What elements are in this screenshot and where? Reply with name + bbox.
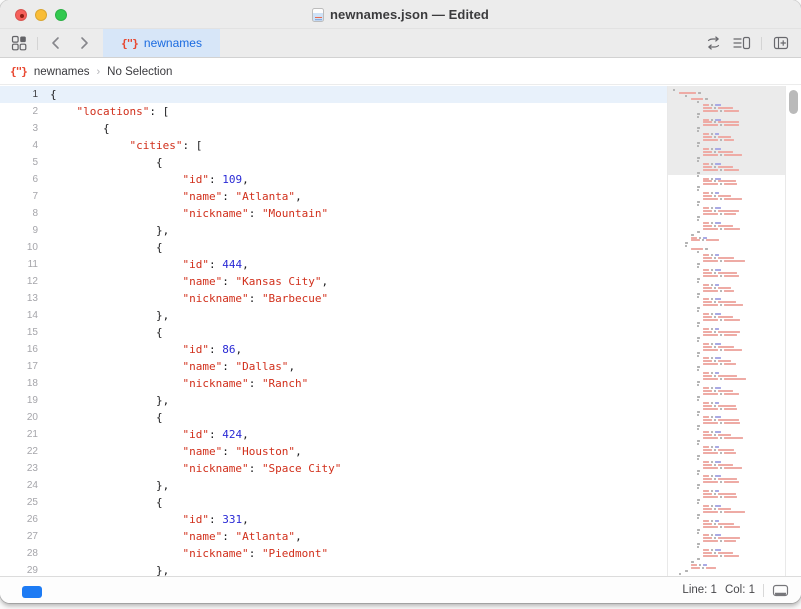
line-number: 7 — [0, 191, 38, 202]
line-number: 26 — [0, 514, 38, 525]
line-number: 18 — [0, 378, 38, 389]
code-line[interactable]: 4 "cities": [ — [0, 137, 667, 154]
breadcrumb-separator: › — [97, 66, 101, 78]
line-number: 4 — [0, 140, 38, 151]
code-line[interactable]: 12 "name": "Kansas City", — [0, 273, 667, 290]
toolbar-divider — [37, 37, 38, 50]
code-line[interactable]: 3 { — [0, 120, 667, 137]
minimap-viewport[interactable] — [668, 86, 785, 175]
json-braces-icon: {"} — [121, 37, 138, 50]
code-line[interactable]: 24 }, — [0, 477, 667, 494]
line-number: 29 — [0, 565, 38, 576]
code-line[interactable]: 20 { — [0, 409, 667, 426]
tab-label: newnames — [144, 36, 202, 50]
line-number: 27 — [0, 531, 38, 542]
editor-area: 1{2 "locations": [3 {4 "cities": [5 {6 "… — [0, 86, 801, 576]
line-number: 11 — [0, 259, 38, 270]
code-line[interactable]: 15 { — [0, 324, 667, 341]
code-area[interactable]: 1{2 "locations": [3 {4 "cities": [5 {6 "… — [0, 86, 667, 576]
forward-chevron-icon[interactable] — [74, 33, 94, 53]
editor-options-icon[interactable] — [732, 33, 752, 53]
code-line[interactable]: 27 "name": "Atlanta", — [0, 528, 667, 545]
code-line[interactable]: 2 "locations": [ — [0, 103, 667, 120]
scrollbar-thumb[interactable] — [789, 90, 798, 114]
line-number: 17 — [0, 361, 38, 372]
line-number: 16 — [0, 344, 38, 355]
code-line[interactable]: 11 "id": 444, — [0, 256, 667, 273]
line-number: 3 — [0, 123, 38, 134]
window-title: newnames.json — Edited — [330, 7, 489, 22]
code-review-icon[interactable] — [703, 33, 723, 53]
breadcrumb-file[interactable]: newnames — [34, 66, 90, 78]
line-number: 20 — [0, 412, 38, 423]
code-line[interactable]: 9 }, — [0, 222, 667, 239]
code-line[interactable]: 1{ — [0, 86, 667, 103]
bottom-bar-toggle-icon[interactable] — [772, 584, 789, 597]
tab-overview-icon[interactable] — [9, 33, 29, 53]
line-indicator: Line: 1 — [682, 584, 717, 596]
status-bar: Line: 1 Col: 1 — [0, 576, 801, 603]
line-number: 15 — [0, 327, 38, 338]
code-line[interactable]: 29 }, — [0, 562, 667, 576]
toolbar-divider — [761, 37, 762, 50]
title-bar: newnames.json — Edited — [0, 0, 801, 29]
column-indicator: Col: 1 — [725, 584, 755, 596]
line-number: 5 — [0, 157, 38, 168]
code-line[interactable]: 14 }, — [0, 307, 667, 324]
line-number: 25 — [0, 497, 38, 508]
jump-bar: {"} newnames › No Selection — [0, 59, 801, 85]
line-number: 8 — [0, 208, 38, 219]
code-line[interactable]: 13 "nickname": "Barbecue" — [0, 290, 667, 307]
code-line[interactable]: 8 "nickname": "Mountain" — [0, 205, 667, 222]
code-line[interactable]: 10 { — [0, 239, 667, 256]
code-line[interactable]: 18 "nickname": "Ranch" — [0, 375, 667, 392]
code-line[interactable]: 21 "id": 424, — [0, 426, 667, 443]
code-line[interactable]: 22 "name": "Houston", — [0, 443, 667, 460]
line-number: 23 — [0, 463, 38, 474]
code-line[interactable]: 6 "id": 109, — [0, 171, 667, 188]
line-number: 24 — [0, 480, 38, 491]
line-number: 9 — [0, 225, 38, 236]
line-number: 12 — [0, 276, 38, 287]
xcode-window: newnames.json — Edited — [0, 0, 801, 603]
back-chevron-icon[interactable] — [46, 33, 66, 53]
line-number: 14 — [0, 310, 38, 321]
tab-newnames[interactable]: {"} newnames — [103, 29, 220, 57]
editor-status-indicator[interactable] — [22, 586, 42, 598]
line-number: 1 — [0, 89, 38, 100]
title-group: newnames.json — Edited — [0, 0, 801, 29]
code-line[interactable]: 25 { — [0, 494, 667, 511]
code-line[interactable]: 5 { — [0, 154, 667, 171]
code-line[interactable]: 28 "nickname": "Piedmont" — [0, 545, 667, 562]
line-number: 13 — [0, 293, 38, 304]
statusbar-divider — [763, 584, 764, 597]
code-line[interactable]: 26 "id": 331, — [0, 511, 667, 528]
line-number: 19 — [0, 395, 38, 406]
line-number: 21 — [0, 429, 38, 440]
line-number: 2 — [0, 106, 38, 117]
line-number: 6 — [0, 174, 38, 185]
json-braces-icon: {"} — [10, 65, 27, 78]
code-line[interactable]: 23 "nickname": "Space City" — [0, 460, 667, 477]
line-number: 22 — [0, 446, 38, 457]
code-line[interactable]: 16 "id": 86, — [0, 341, 667, 358]
line-number: 10 — [0, 242, 38, 253]
breadcrumb-selection[interactable]: No Selection — [107, 66, 172, 78]
code-line[interactable]: 19 }, — [0, 392, 667, 409]
tab-bar: {"} newnames — [0, 29, 801, 58]
line-number: 28 — [0, 548, 38, 559]
code-line[interactable]: 7 "name": "Atlanta", — [0, 188, 667, 205]
code-line[interactable]: 17 "name": "Dallas", — [0, 358, 667, 375]
minimap[interactable] — [667, 86, 786, 576]
document-proxy-icon[interactable] — [312, 8, 324, 22]
vertical-scrollbar[interactable] — [786, 86, 801, 576]
add-editor-icon[interactable] — [771, 33, 791, 53]
